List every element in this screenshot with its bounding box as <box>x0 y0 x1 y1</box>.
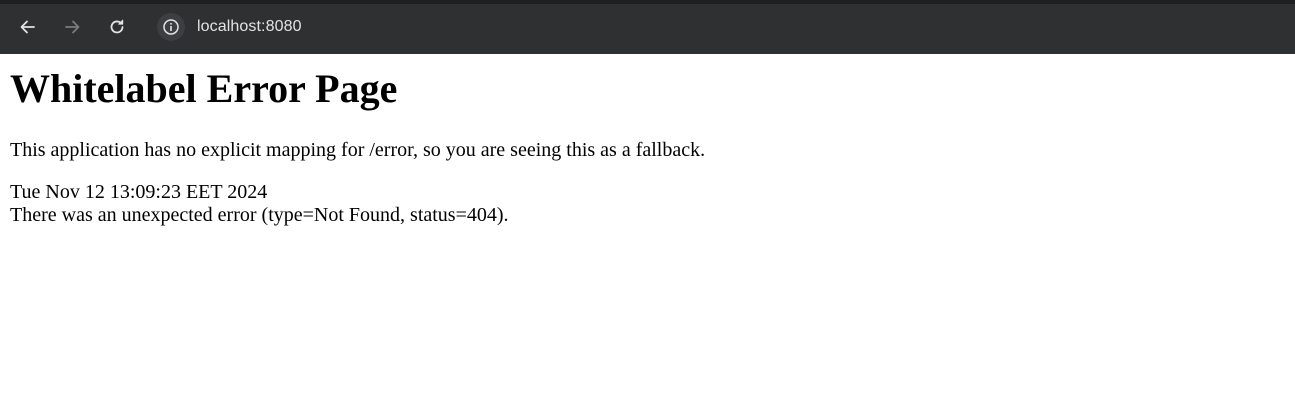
reload-button[interactable] <box>99 9 135 45</box>
arrow-right-icon <box>65 20 80 34</box>
arrow-left-icon <box>20 20 35 34</box>
url-text[interactable]: localhost:8080 <box>197 18 302 36</box>
site-info-button[interactable] <box>157 13 185 41</box>
info-icon <box>163 19 179 35</box>
error-explanation: This application has no explicit mapping… <box>10 139 706 161</box>
error-details: Tue Nov 12 13:09:23 EET 2024 There was a… <box>10 181 1285 227</box>
address-bar[interactable]: localhost:8080 <box>150 6 1288 48</box>
reload-icon <box>110 19 124 34</box>
error-status-message: There was an unexpected error (type=Not … <box>10 204 509 226</box>
forward-button[interactable] <box>54 9 90 45</box>
error-timestamp: Tue Nov 12 13:09:23 EET 2024 <box>10 181 268 203</box>
error-page-content: Whitelabel Error Page This application h… <box>0 66 1295 227</box>
back-button[interactable] <box>10 9 46 45</box>
page-title: Whitelabel Error Page <box>10 66 398 111</box>
browser-toolbar: localhost:8080 <box>0 0 1295 54</box>
